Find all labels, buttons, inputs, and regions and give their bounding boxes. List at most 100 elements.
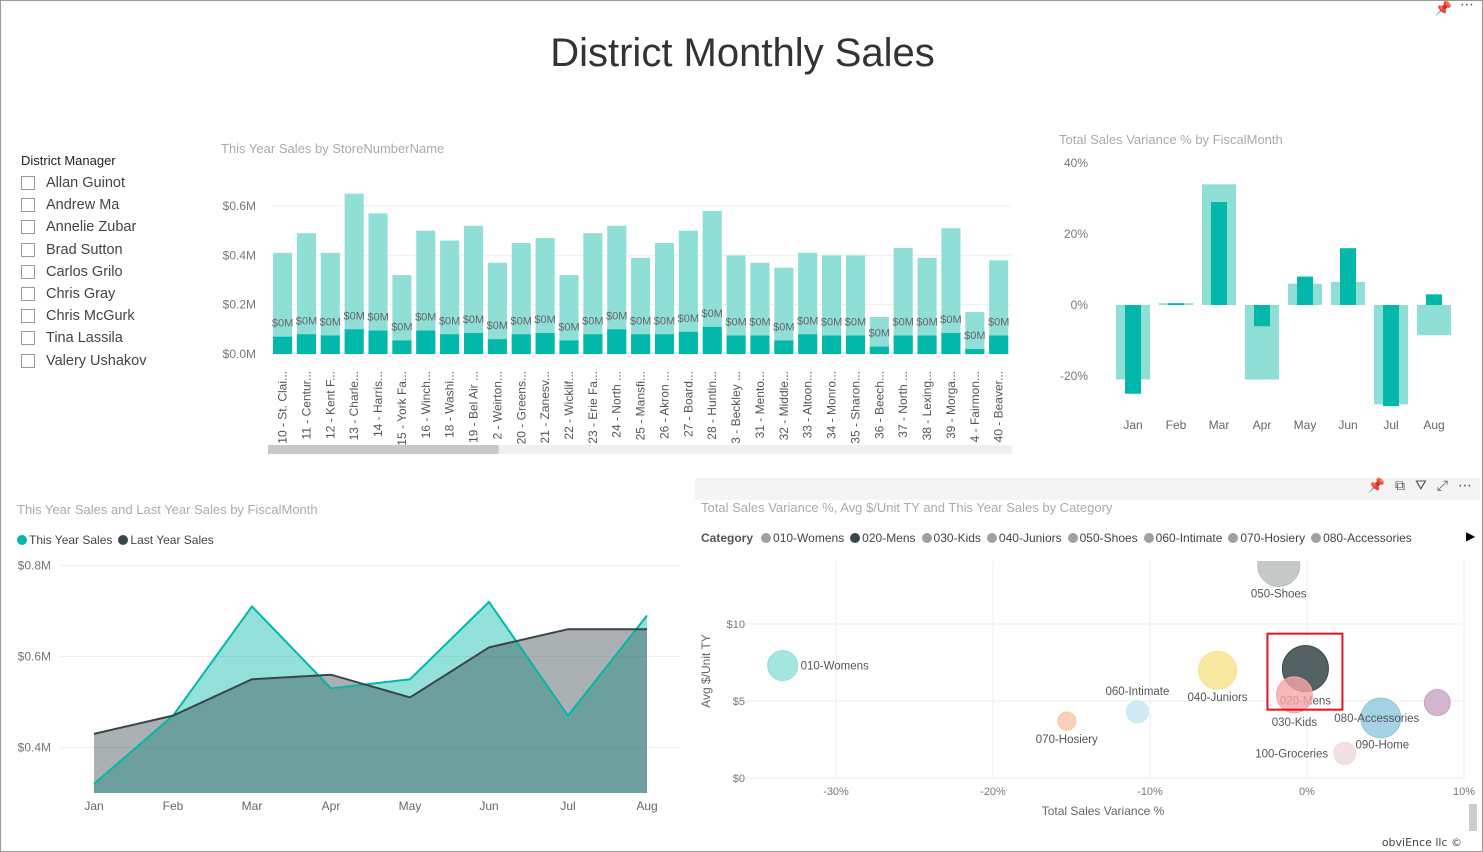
variance-bar-ty (1254, 305, 1270, 327)
bubble[interactable] (1057, 711, 1077, 731)
legend-this-year[interactable]: This Year Sales (17, 533, 112, 547)
bar-ty (296, 334, 316, 354)
variance-bar-chart[interactable]: -20% 0% 20% 40% Jan Feb Mar Apr May Jun Jul Aug (1041, 151, 1481, 441)
x-tick-label: 27 - Board... (681, 371, 695, 437)
data-label: $0M (964, 330, 985, 342)
scatter-header-bar (695, 478, 1480, 500)
copy-icon[interactable]: ⧉ (1395, 478, 1405, 494)
y-axis-title: Avg $/Unit TY (699, 634, 713, 708)
bar-ty (320, 335, 340, 354)
legend-label: 060-Intimate (1155, 531, 1223, 545)
bar-ty (511, 334, 531, 354)
y-tick-label: $0.0M (223, 347, 256, 361)
x-tick-label: 38 - Lexing... (920, 371, 934, 440)
slicer-item[interactable]: Valery Ushakov (21, 350, 146, 372)
y-tick-label: $10 (727, 619, 745, 631)
variance-bar-ty (1211, 202, 1227, 305)
checkbox[interactable] (21, 287, 35, 302)
checkbox[interactable] (21, 220, 35, 235)
filter-icon[interactable]: ⛛ (1415, 478, 1427, 494)
slicer-item-label: Allan Guinot (46, 175, 125, 192)
scrollbar-thumb[interactable] (268, 445, 499, 454)
data-label: $0M (367, 312, 388, 324)
category-scatter-chart[interactable]: -30% -20% -10% 0% 10% $0 $5 $10 Total Sales Vari… (695, 551, 1483, 831)
bubble[interactable] (1198, 650, 1238, 690)
legend-label: Last Year Sales (130, 533, 214, 547)
data-label: $0M (869, 328, 890, 340)
data-label: $0M (797, 315, 818, 327)
data-label: $0M (654, 315, 675, 327)
slicer-item[interactable]: Carlos Grilo (21, 261, 146, 283)
pin-icon[interactable]: 📌 (1435, 1, 1452, 17)
bar-ty (965, 349, 985, 354)
visual-toolbar: 📌 ⧉ ⛛ ⤢ ⋯ (1368, 478, 1472, 494)
bubble[interactable] (1257, 551, 1301, 587)
slicer-item[interactable]: Allan Guinot (21, 172, 146, 194)
legend-dot-icon (1228, 533, 1239, 543)
x-tick-label: Aug (1423, 418, 1444, 432)
legend-item[interactable]: 080-Accessories (1311, 531, 1412, 545)
checkbox[interactable] (21, 331, 35, 346)
bar-ty (678, 331, 698, 354)
legend-item[interactable]: 030-Kids (921, 531, 981, 545)
legend-item[interactable]: 020-Mens (850, 531, 916, 545)
legend-item[interactable]: 050-Shoes (1067, 531, 1138, 545)
slicer-item[interactable]: Tina Lassila (21, 327, 146, 349)
slicer-item[interactable]: Andrew Ma (21, 194, 146, 216)
bubble[interactable] (1275, 676, 1313, 714)
checkbox[interactable] (21, 198, 35, 213)
bar-ty (989, 335, 1009, 354)
x-tick-label: Jun (479, 799, 498, 813)
scatter-legend: Category 010-Womens 020-Mens 030-Kids 040-J… (701, 531, 1418, 545)
y-tick-label: $0.6M (223, 199, 256, 213)
legend-item[interactable]: 040-Juniors (986, 531, 1062, 545)
x-tick-label: 34 - Monro... (825, 371, 839, 439)
x-tick-label: 19 - Bel Air ... (467, 371, 481, 443)
legend-label: 070-Hosiery (1240, 531, 1306, 545)
x-tick-label: 18 - Washi... (443, 371, 457, 438)
x-tick-label: May (399, 799, 422, 813)
area-legend: This Year Sales Last Year Sales (17, 533, 220, 547)
pin-icon[interactable]: 📌 (1368, 478, 1385, 494)
x-tick-label: 10 - St. Clai... (276, 371, 290, 444)
legend-dot-icon (1311, 533, 1322, 543)
x-tick-label: Jun (1338, 418, 1357, 432)
y-tick-label: 40% (1064, 156, 1088, 170)
y-tick-label: $0.8M (18, 559, 51, 573)
slicer-item[interactable]: Chris McGurk (21, 305, 146, 327)
x-tick-label: -20% (980, 786, 1006, 798)
slicer-item[interactable]: Chris Gray (21, 283, 146, 305)
x-tick-label: 12 - Kent F... (323, 371, 337, 439)
checkbox[interactable] (21, 309, 35, 324)
checkbox[interactable] (21, 176, 35, 191)
legend-item[interactable]: 070-Hosiery (1228, 531, 1305, 545)
checkbox[interactable] (21, 353, 35, 368)
checkbox[interactable] (21, 264, 35, 279)
bubble-label: 010-Womens (801, 661, 869, 673)
slicer-item[interactable]: Brad Sutton (21, 239, 146, 261)
legend-next-arrow-icon[interactable]: ▶ (1466, 529, 1475, 543)
bubble[interactable] (767, 650, 799, 682)
variance-bar-ty (1340, 248, 1356, 305)
legend-item[interactable]: 010-Womens (761, 531, 844, 545)
bar-ty (893, 335, 913, 354)
focus-mode-icon[interactable]: ⤢ (1437, 478, 1448, 494)
x-tick-label: 0% (1299, 786, 1315, 798)
x-tick-label: 40 - Beaver... (992, 371, 1006, 442)
checkbox[interactable] (21, 242, 35, 257)
bubble[interactable] (1333, 741, 1357, 765)
x-tick-label: 16 - Winch... (419, 371, 433, 438)
footer-credit: obviEnce llc © (1381, 836, 1462, 849)
bubble[interactable] (1125, 700, 1149, 724)
bubble[interactable] (1423, 689, 1451, 717)
slicer-item[interactable]: Annelie Zubar (21, 216, 146, 238)
legend-last-year[interactable]: Last Year Sales (118, 533, 214, 547)
sales-area-chart[interactable]: $0.4M $0.6M $0.8M Jan Feb Mar Apr May Jun Jul Aug (1, 551, 691, 821)
more-options-icon[interactable]: ⋯ (1458, 478, 1472, 494)
bar-ty (631, 334, 651, 354)
x-tick-label: -10% (1137, 786, 1163, 798)
legend-item[interactable]: 060-Intimate (1143, 531, 1223, 545)
more-options-icon[interactable]: ⋯ (1460, 0, 1474, 13)
store-sales-bar-chart[interactable]: $0.0M $0.2M $0.4M $0.6M $0M 10 - St. Clai... $… (201, 181, 1021, 461)
x-tick-label: Mar (1209, 418, 1230, 432)
